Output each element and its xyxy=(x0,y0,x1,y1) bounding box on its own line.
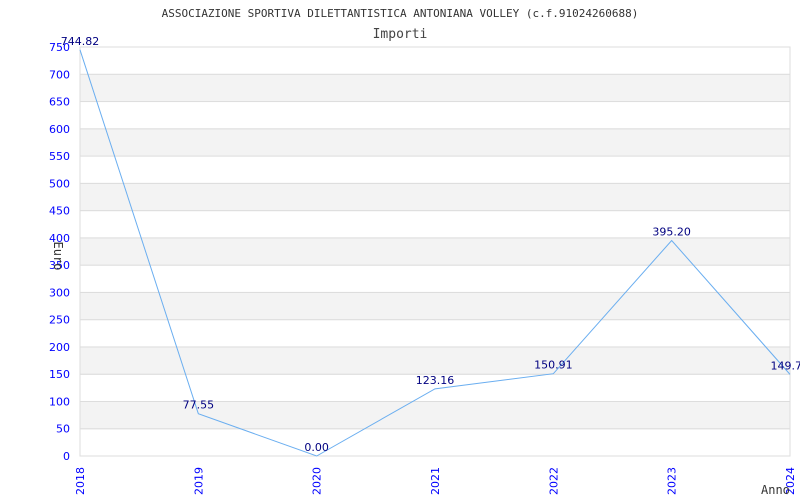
y-tick-label: 200 xyxy=(49,341,70,354)
y-tick-label: 450 xyxy=(49,205,70,218)
grid-band xyxy=(79,128,791,157)
y-tick-label: 600 xyxy=(49,123,70,136)
y-tick-label: 0 xyxy=(63,450,70,463)
x-tick-label: 2021 xyxy=(429,467,442,495)
grid-band xyxy=(79,346,791,375)
grid-band xyxy=(79,319,791,348)
grid-band xyxy=(79,182,791,212)
data-label: 150.91 xyxy=(534,359,573,372)
y-tick-label: 100 xyxy=(49,395,70,408)
chart-title: ASSOCIAZIONE SPORTIVA DILETTANTISTICA AN… xyxy=(162,7,639,20)
data-label: 395.20 xyxy=(652,225,691,238)
x-tick-label: 2018 xyxy=(74,467,87,495)
x-tick-label: 2020 xyxy=(311,467,324,495)
y-tick-label: 150 xyxy=(49,368,70,381)
grid-band xyxy=(79,73,791,103)
x-axis-label: Anno xyxy=(761,483,790,497)
y-tick-label: 250 xyxy=(49,314,70,327)
x-tick-label: 2022 xyxy=(547,467,560,495)
grid-band xyxy=(79,428,791,457)
line-chart: ASSOCIAZIONE SPORTIVA DILETTANTISTICA AN… xyxy=(49,7,800,497)
grid-band xyxy=(79,291,791,321)
y-tick-label: 700 xyxy=(49,68,70,81)
grid-band xyxy=(79,264,791,293)
data-label: 149.7 xyxy=(771,359,800,372)
y-tick-label: 50 xyxy=(56,423,70,436)
x-tick-label: 2019 xyxy=(192,467,205,495)
data-label: 123.16 xyxy=(416,374,455,387)
data-label: 77.55 xyxy=(183,399,215,412)
grid-band xyxy=(79,155,791,184)
y-tick-label: 650 xyxy=(49,96,70,109)
grid-band xyxy=(79,46,791,75)
x-tick-label: 2023 xyxy=(666,467,679,495)
y-tick-label: 300 xyxy=(49,286,70,299)
y-tick-label: 550 xyxy=(49,150,70,163)
data-label: 0.00 xyxy=(304,441,329,454)
grid-band xyxy=(79,237,791,266)
grid-band xyxy=(79,101,791,130)
y-tick-label: 500 xyxy=(49,177,70,190)
y-axis-label: Euro xyxy=(51,242,65,271)
chart-subtitle: Importi xyxy=(373,27,428,42)
data-label: 744.82 xyxy=(61,35,100,48)
